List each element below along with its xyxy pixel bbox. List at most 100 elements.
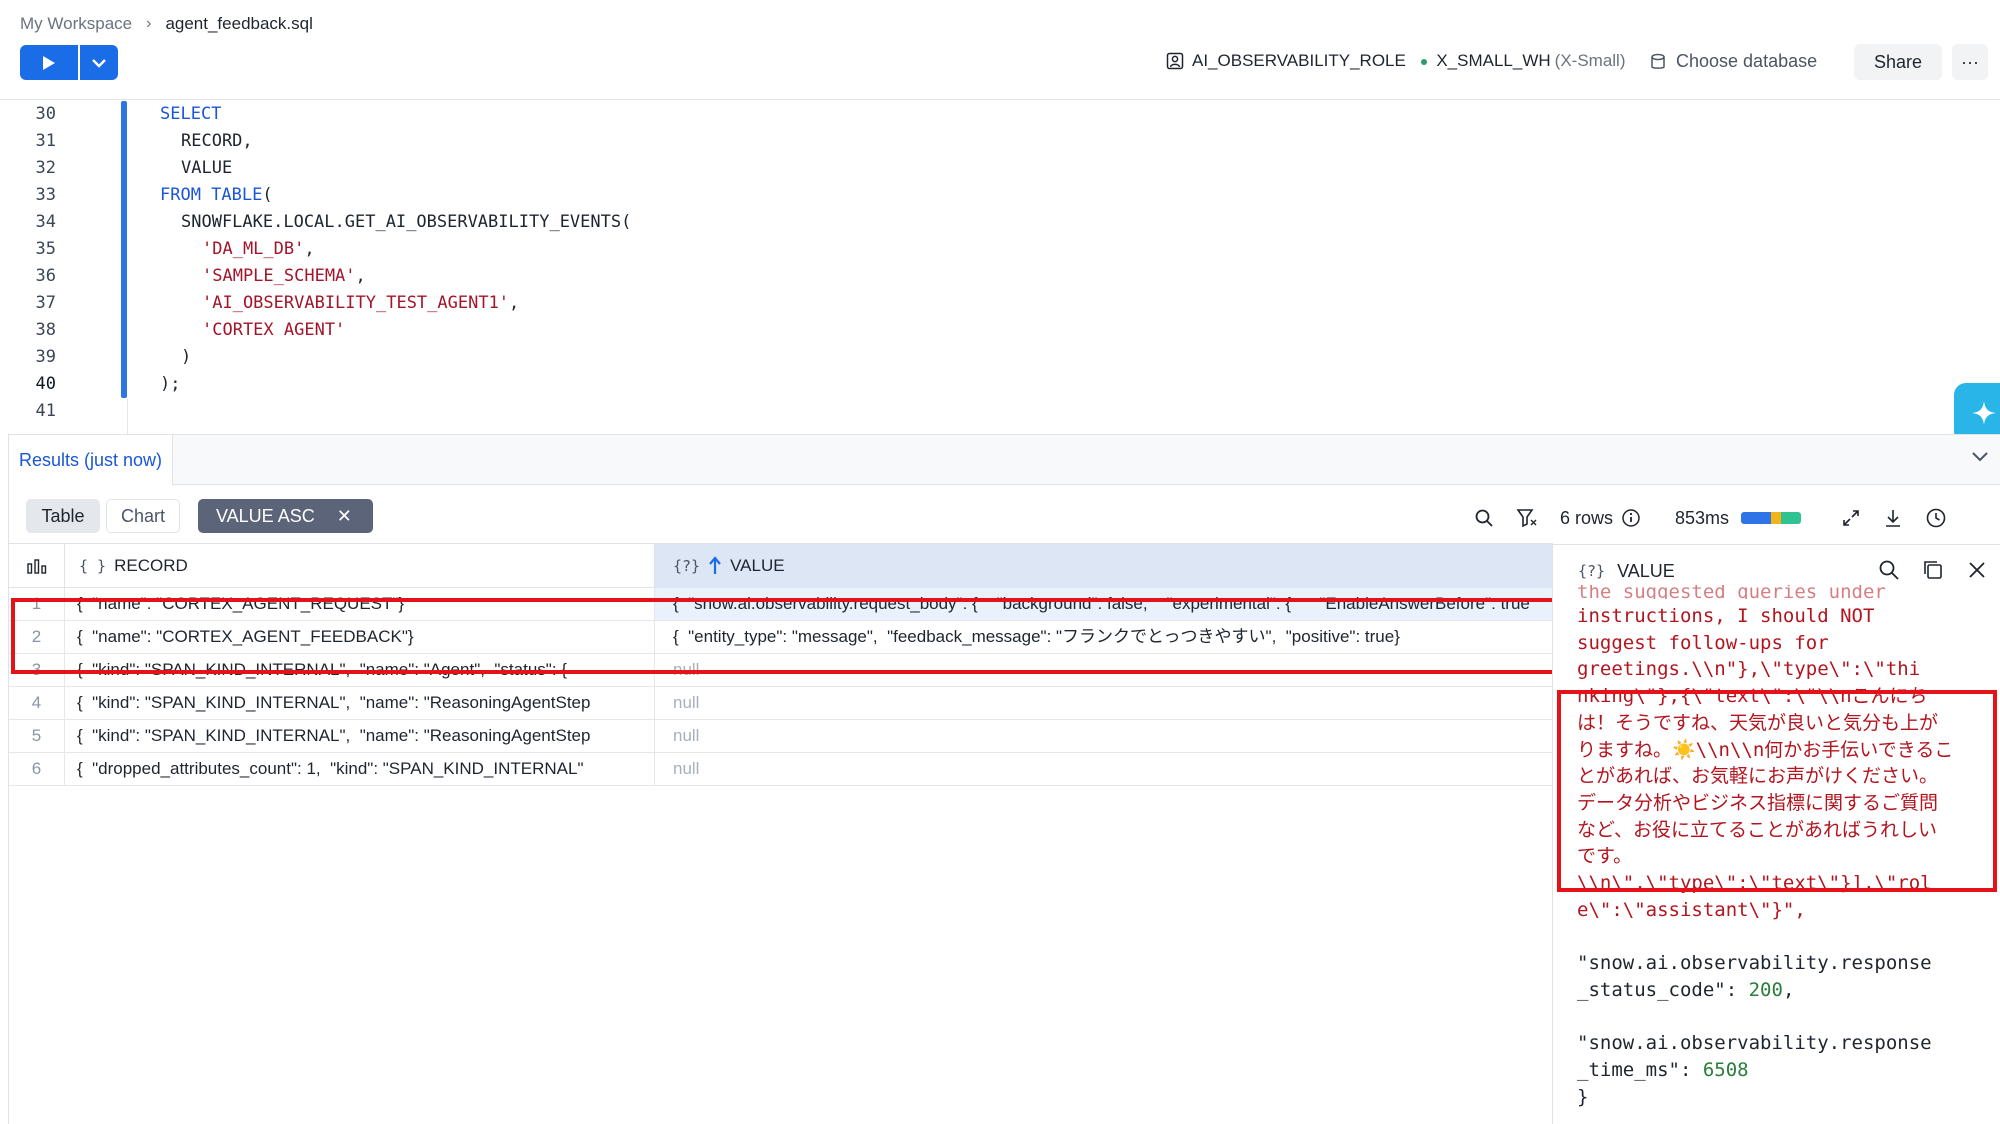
json-key-value-line: _time_ms": 6508 [1577,1058,1749,1081]
cell-record[interactable]: { "kind": "SPAN_KIND_INTERNAL", "name": … [65,720,655,752]
json-string-line: りますね。☀️\\n\\n何かお手伝いできるこ [1577,738,1954,761]
editor-line[interactable]: 38 'CORTEX AGENT' [0,317,2000,344]
sort-ascending-icon[interactable] [708,556,722,576]
run-button-group [20,45,118,80]
column-header-record-label: RECORD [114,556,188,575]
collapse-results-button[interactable] [1971,450,1989,468]
row-number-header[interactable] [9,544,65,588]
duration-breakdown-bar[interactable] [1741,512,1802,524]
cell-record[interactable]: { "name": "CORTEX_AGENT_REQUEST"} [65,588,655,620]
cell-record[interactable]: { "kind": "SPAN_KIND_INTERNAL", "name": … [65,654,655,686]
json-key: _time_ms" [1577,1058,1680,1081]
info-icon[interactable] [1621,508,1641,528]
json-string-line: とがあれば、お気軽にお声がけください。 [1577,765,1939,788]
run-button[interactable] [20,45,78,80]
history-icon[interactable] [1925,507,1947,529]
line-number: 39 [35,347,56,367]
editor-line[interactable]: 34 SNOWFLAKE.LOCAL.GET_AI_OBSERVABILITY_E… [0,209,2000,236]
editor-line[interactable]: 41 [0,398,2000,425]
breadcrumb-workspace[interactable]: My Workspace [20,14,132,34]
value-detail-panel: {?} VALUE the suggested queries under in… [1552,544,2000,1124]
table-row[interactable]: 4{ "kind": "SPAN_KIND_INTERNAL", "name":… [9,687,1553,720]
sql-token: SNOWFLAKE.LOCAL.GET_AI_OBSERVABILITY_EVE… [181,212,632,232]
cell-value[interactable]: { "snow.ai.observability.request_body": … [655,588,1553,620]
table-row[interactable]: 2{ "name": "CORTEX_AGENT_FEEDBACK"}{ "en… [9,621,1553,654]
cell-value[interactable]: null [655,720,1553,752]
json-key: _status_code" [1577,978,1726,1001]
editor-line[interactable]: 35 'DA_ML_DB', [0,236,2000,263]
editor-line[interactable]: 32 VALUE [0,155,2000,182]
sql-string: 'CORTEX AGENT' [202,320,346,340]
warehouse-name: X_SMALL_WH [1436,51,1551,70]
sql-editor[interactable]: 30 SELECT 31 RECORD, 32 VALUE 33 FROM TABLE( 34 S… [0,101,2000,435]
editor-line[interactable]: 33 FROM TABLE( [0,182,2000,209]
code-text: 'AI_OBSERVABILITY_TEST_AGENT1', [202,290,519,317]
table-row[interactable]: 5{ "kind": "SPAN_KIND_INTERNAL", "name":… [9,720,1553,753]
search-icon[interactable] [1474,508,1494,528]
editor-line[interactable]: 36 'SAMPLE_SCHEMA', [0,263,2000,290]
filter-icon[interactable] [1516,508,1538,528]
share-button[interactable]: Share [1854,44,1942,80]
editor-line[interactable]: 39) [0,344,2000,371]
chevron-right-icon: › [146,15,152,32]
cell-record[interactable]: { "kind": "SPAN_KIND_INTERNAL", "name": … [65,687,655,719]
code-text: 'DA_ML_DB', [202,236,315,263]
cell-value[interactable]: null [655,753,1553,785]
column-header-value[interactable]: {?} VALUE [655,544,1553,588]
json-string-line: instructions, I should NOT [1577,605,1875,627]
view-chart-button[interactable]: Chart [106,499,180,533]
table-row[interactable]: 6{ "dropped_attributes_count": 1, "kind"… [9,753,1553,786]
json-string-line: nking\"},{\"text\":\"\\nこんにち [1577,685,1928,708]
view-table-button[interactable]: Table [26,499,100,533]
download-icon[interactable] [1883,508,1903,528]
warehouse-size: (X-Small) [1554,51,1626,70]
cell-record[interactable]: { "dropped_attributes_count": 1, "kind":… [65,753,655,785]
code-text: 'CORTEX AGENT' [202,317,345,344]
run-options-button[interactable] [80,45,118,80]
sql-token: , [355,266,366,286]
json-string-line: \\n\",\"type\":\"text\"}],\"rol [1577,872,1932,895]
expand-icon[interactable] [1841,508,1861,528]
cell-value[interactable]: null [655,654,1553,686]
breadcrumb-file[interactable]: agent_feedback.sql [165,14,312,34]
copy-icon[interactable] [1922,559,1944,581]
line-number: 40 [35,374,56,394]
cell-record[interactable]: { "name": "CORTEX_AGENT_FEEDBACK"} [65,621,655,653]
detail-title: VALUE [1617,560,1675,581]
close-icon[interactable] [1966,559,1988,581]
table-row[interactable]: 1{ "name": "CORTEX_AGENT_REQUEST"}{ "sno… [9,588,1553,621]
column-stats-icon [26,559,46,574]
row-number: 6 [9,753,65,785]
play-icon [43,55,55,70]
tab-results[interactable]: Results (just now) [9,435,174,485]
cell-value[interactable]: { "entity_type": "message", "feedback_me… [655,621,1553,653]
close-icon[interactable]: ✕ [337,506,352,527]
json-string-line: greetings.\\n"},\"type\":\"thi [1577,658,1921,681]
more-options-button[interactable]: ··· [1952,44,1988,80]
sql-token: ( [262,185,273,205]
table-row[interactable]: 3{ "kind": "SPAN_KIND_INTERNAL", "name":… [9,654,1553,687]
sort-chip[interactable]: VALUE ASC ✕ [198,499,373,533]
editor-line[interactable]: 31 RECORD, [0,128,2000,155]
warehouse-status-dot: ● [1419,53,1429,69]
line-number: 31 [35,131,56,151]
context-selector[interactable]: AI_OBSERVABILITY_ROLE ● X_SMALL_WH (X-Sm… [1166,51,1626,71]
json-string-line: suggest follow-ups for [1577,631,1829,654]
choose-database-label: Choose database [1676,51,1818,71]
search-icon[interactable] [1878,559,1900,581]
editor-line[interactable]: 40); [0,371,2000,398]
editor-line[interactable]: 30 SELECT [0,101,2000,128]
sql-token: ) [181,347,192,367]
sql-token: VALUE [181,158,233,178]
column-header-record[interactable]: { } RECORD [65,544,655,588]
line-number: 32 [35,158,56,178]
column-header-value-label: VALUE [730,556,785,575]
line-number: 34 [35,212,56,232]
row-count-label: 6 rows [1560,507,1614,528]
detail-json-body[interactable]: instructions, I should NOT suggest follow… [1577,603,1997,1110]
choose-database-button[interactable]: Choose database [1650,51,1817,72]
line-number: 36 [35,266,56,286]
editor-line[interactable]: 37 'AI_OBSERVABILITY_TEST_AGENT1', [0,290,2000,317]
line-number: 41 [35,401,56,421]
cell-value[interactable]: null [655,687,1553,719]
